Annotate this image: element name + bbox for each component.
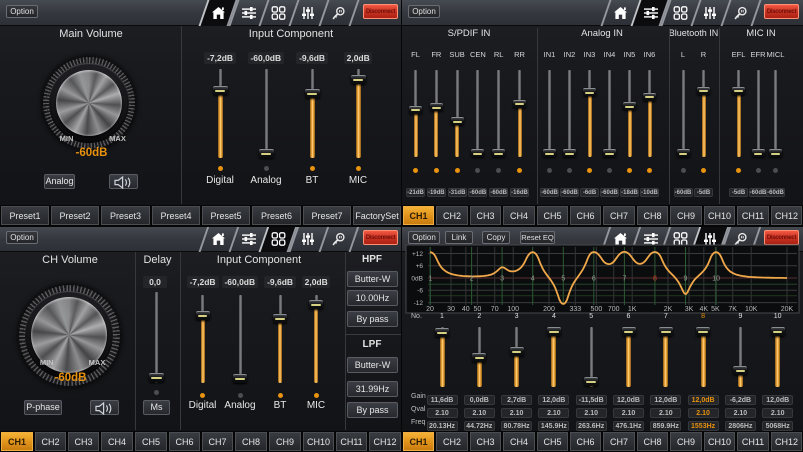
svg-text:20: 20 [426, 306, 434, 313]
svg-text:3K: 3K [685, 306, 694, 313]
svg-text:+12: +12 [412, 251, 423, 258]
svg-text:2K: 2K [664, 306, 673, 313]
svg-text:10: 10 [712, 276, 720, 283]
svg-text:7K: 7K [728, 306, 737, 313]
svg-text:0dB: 0dB [411, 275, 423, 282]
svg-text:700: 700 [608, 306, 620, 313]
svg-text:-12: -12 [414, 300, 424, 307]
svg-text:333: 333 [569, 306, 581, 313]
svg-text:30: 30 [447, 306, 455, 313]
svg-text:50: 50 [474, 306, 482, 313]
svg-text:3: 3 [500, 276, 504, 283]
svg-text:7: 7 [622, 276, 626, 283]
svg-text:70: 70 [491, 306, 499, 313]
svg-text:200: 200 [543, 306, 555, 313]
svg-text:500: 500 [591, 306, 603, 313]
svg-text:5: 5 [561, 276, 565, 283]
svg-text:-6: -6 [417, 288, 423, 295]
svg-text:10K: 10K [745, 306, 758, 313]
svg-text:8: 8 [653, 276, 657, 283]
svg-text:2: 2 [470, 276, 474, 283]
svg-text:4: 4 [531, 276, 535, 283]
svg-text:4K: 4K [700, 306, 709, 313]
svg-text:9: 9 [684, 276, 688, 283]
svg-text:6: 6 [592, 276, 596, 283]
svg-text:1: 1 [428, 276, 432, 283]
svg-text:+6: +6 [416, 263, 424, 270]
svg-text:1K: 1K [628, 306, 637, 313]
svg-text:40: 40 [462, 306, 470, 313]
svg-text:100: 100 [507, 306, 519, 313]
svg-text:5K: 5K [711, 306, 720, 313]
svg-text:20K: 20K [781, 306, 794, 313]
